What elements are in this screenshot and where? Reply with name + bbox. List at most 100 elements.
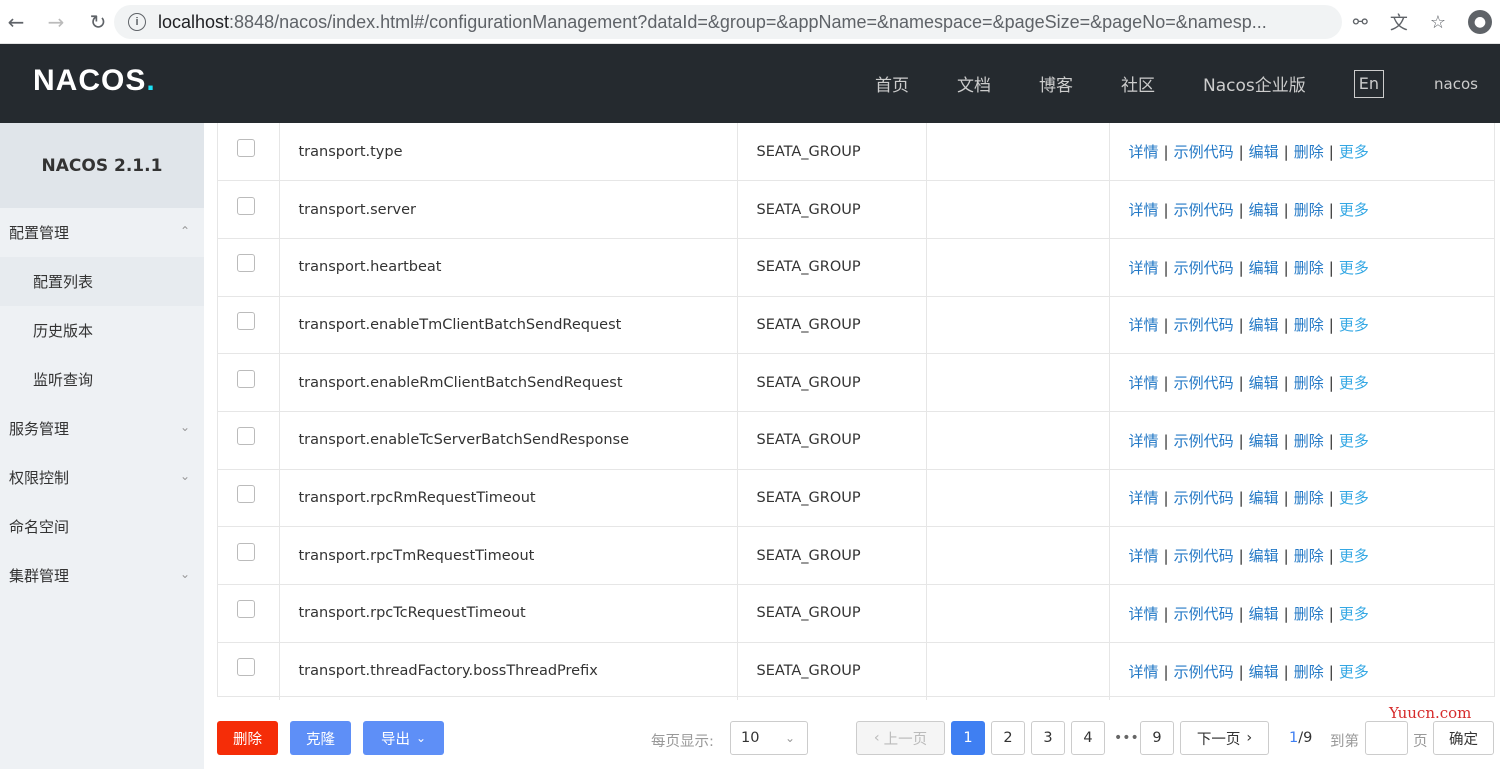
row-checkbox[interactable] <box>237 600 255 619</box>
more-link[interactable]: 更多 <box>1339 547 1369 565</box>
goto-page-input[interactable] <box>1365 721 1408 755</box>
back-icon[interactable]: ← <box>2 8 30 36</box>
translate-icon[interactable]: 文 <box>1390 9 1408 35</box>
detail-link[interactable]: 详情 <box>1129 663 1159 681</box>
user-menu[interactable]: nacos <box>1434 75 1478 93</box>
more-link[interactable]: 更多 <box>1339 259 1369 277</box>
edit-link[interactable]: 编辑 <box>1249 316 1279 334</box>
row-checkbox[interactable] <box>237 138 255 157</box>
detail-link[interactable]: 详情 <box>1129 259 1159 277</box>
row-checkbox[interactable] <box>237 658 255 677</box>
edit-link[interactable]: 编辑 <box>1249 201 1279 219</box>
profile-icon[interactable]: ● <box>1468 10 1492 34</box>
edit-link[interactable]: 编辑 <box>1249 259 1279 277</box>
more-link[interactable]: 更多 <box>1339 143 1369 161</box>
delete-link[interactable]: 删除 <box>1294 547 1324 565</box>
sample-code-link[interactable]: 示例代码 <box>1174 663 1234 681</box>
nav-blog[interactable]: 博客 <box>1039 71 1073 96</box>
detail-link[interactable]: 详情 <box>1129 547 1159 565</box>
detail-link[interactable]: 详情 <box>1129 489 1159 507</box>
batch-delete-button[interactable]: 删除 <box>217 721 278 755</box>
row-checkbox[interactable] <box>237 427 255 446</box>
sample-code-link[interactable]: 示例代码 <box>1174 143 1234 161</box>
prev-page-button[interactable]: ‹ 上一页 <box>856 721 945 755</box>
goto-confirm-button[interactable]: 确定 <box>1433 721 1494 755</box>
delete-link[interactable]: 删除 <box>1294 489 1324 507</box>
row-checkbox[interactable] <box>237 369 255 388</box>
sidebar-item-service[interactable]: 服务管理 ⌄ <box>0 404 204 453</box>
sample-code-link[interactable]: 示例代码 <box>1174 432 1234 450</box>
page-1-button[interactable]: 1 <box>951 721 985 755</box>
nav-community[interactable]: 社区 <box>1121 71 1155 96</box>
sample-code-link[interactable]: 示例代码 <box>1174 489 1234 507</box>
sidebar-item-auth[interactable]: 权限控制 ⌄ <box>0 453 204 502</box>
delete-link[interactable]: 删除 <box>1294 605 1324 623</box>
nav-enterprise[interactable]: Nacos企业版 <box>1203 71 1306 96</box>
nav-docs[interactable]: 文档 <box>957 71 991 96</box>
sidebar-item-config-list[interactable]: 配置列表 <box>0 257 204 306</box>
clone-button[interactable]: 克隆 <box>290 721 351 755</box>
page-4-button[interactable]: 4 <box>1071 721 1105 755</box>
edit-link[interactable]: 编辑 <box>1249 432 1279 450</box>
edit-link[interactable]: 编辑 <box>1249 547 1279 565</box>
delete-link[interactable]: 删除 <box>1294 432 1324 450</box>
key-icon[interactable]: ⚯ <box>1353 12 1368 33</box>
sample-code-link[interactable]: 示例代码 <box>1174 547 1234 565</box>
row-checkbox[interactable] <box>237 254 255 273</box>
page-9-button[interactable]: 9 <box>1140 721 1174 755</box>
detail-link[interactable]: 详情 <box>1129 316 1159 334</box>
forward-icon[interactable]: → <box>42 8 70 36</box>
sidebar-item-history[interactable]: 历史版本 <box>0 306 204 355</box>
star-icon[interactable]: ☆ <box>1430 12 1446 33</box>
more-link[interactable]: 更多 <box>1339 489 1369 507</box>
detail-link[interactable]: 详情 <box>1129 374 1159 392</box>
sample-code-link[interactable]: 示例代码 <box>1174 374 1234 392</box>
info-icon[interactable]: i <box>128 13 146 31</box>
address-bar[interactable]: i localhost:8848/nacos/index.html#/confi… <box>114 5 1342 39</box>
sidebar-item-cluster[interactable]: 集群管理 ⌄ <box>0 551 204 600</box>
sidebar-item-namespace[interactable]: 命名空间 <box>0 502 204 551</box>
sidebar-item-config[interactable]: 配置管理 ⌃ <box>0 208 204 257</box>
page-size-select[interactable]: 10 ⌄ <box>730 721 808 755</box>
page-3-button[interactable]: 3 <box>1031 721 1065 755</box>
sample-code-link[interactable]: 示例代码 <box>1174 316 1234 334</box>
detail-link[interactable]: 详情 <box>1129 143 1159 161</box>
edit-link[interactable]: 编辑 <box>1249 605 1279 623</box>
detail-link[interactable]: 详情 <box>1129 605 1159 623</box>
separator: | <box>1163 489 1169 508</box>
nav-home[interactable]: 首页 <box>875 71 909 96</box>
delete-link[interactable]: 删除 <box>1294 374 1324 392</box>
more-link[interactable]: 更多 <box>1339 432 1369 450</box>
more-link[interactable]: 更多 <box>1339 201 1369 219</box>
delete-link[interactable]: 删除 <box>1294 316 1324 334</box>
edit-link[interactable]: 编辑 <box>1249 489 1279 507</box>
detail-link[interactable]: 详情 <box>1129 432 1159 450</box>
sample-code-link[interactable]: 示例代码 <box>1174 605 1234 623</box>
sample-code-link[interactable]: 示例代码 <box>1174 259 1234 277</box>
edit-link[interactable]: 编辑 <box>1249 143 1279 161</box>
sample-code-link[interactable]: 示例代码 <box>1174 201 1234 219</box>
more-link[interactable]: 更多 <box>1339 316 1369 334</box>
delete-link[interactable]: 删除 <box>1294 201 1324 219</box>
language-switch[interactable]: En <box>1353 69 1385 98</box>
sidebar-item-listener[interactable]: 监听查询 <box>0 355 204 404</box>
edit-link[interactable]: 编辑 <box>1249 374 1279 392</box>
more-link[interactable]: 更多 <box>1339 663 1369 681</box>
edit-link[interactable]: 编辑 <box>1249 663 1279 681</box>
next-page-button[interactable]: 下一页 › <box>1180 721 1269 755</box>
export-button[interactable]: 导出 ⌄ <box>363 721 444 755</box>
delete-link[interactable]: 删除 <box>1294 663 1324 681</box>
delete-link[interactable]: 删除 <box>1294 259 1324 277</box>
reload-icon[interactable]: ↻ <box>84 8 112 36</box>
nacos-logo[interactable]: NACOS. <box>33 64 156 98</box>
row-checkbox[interactable] <box>237 311 255 330</box>
row-checkbox[interactable] <box>237 542 255 561</box>
chevron-down-icon: ⌄ <box>179 420 190 434</box>
more-link[interactable]: 更多 <box>1339 605 1369 623</box>
detail-link[interactable]: 详情 <box>1129 201 1159 219</box>
page-2-button[interactable]: 2 <box>991 721 1025 755</box>
delete-link[interactable]: 删除 <box>1294 143 1324 161</box>
row-checkbox[interactable] <box>237 196 255 215</box>
row-checkbox[interactable] <box>237 484 255 503</box>
more-link[interactable]: 更多 <box>1339 374 1369 392</box>
